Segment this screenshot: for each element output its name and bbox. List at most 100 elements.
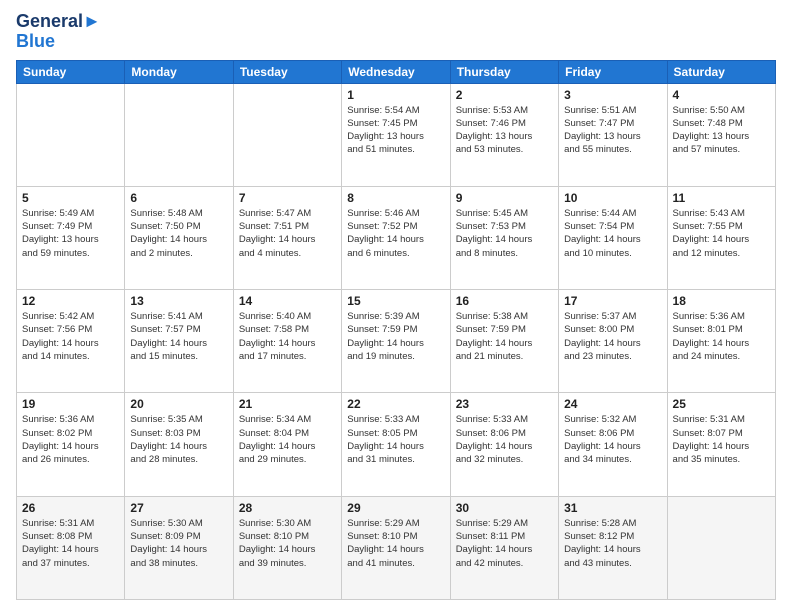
calendar-cell: 18 Sunrise: 5:36 AM Sunset: 8:01 PM Dayli… <box>667 290 775 393</box>
day-number: 28 <box>239 501 336 515</box>
calendar-cell <box>233 83 341 186</box>
day-info: Sunrise: 5:33 AM Sunset: 8:05 PM Dayligh… <box>347 413 444 466</box>
day-number: 3 <box>564 88 661 102</box>
day-info: Sunrise: 5:42 AM Sunset: 7:56 PM Dayligh… <box>22 310 119 363</box>
calendar-page: General► Blue SundayMondayTuesdayWednesd… <box>0 0 792 612</box>
weekday-header-row: SundayMondayTuesdayWednesdayThursdayFrid… <box>17 60 776 83</box>
day-number: 21 <box>239 397 336 411</box>
day-info: Sunrise: 5:34 AM Sunset: 8:04 PM Dayligh… <box>239 413 336 466</box>
day-info: Sunrise: 5:31 AM Sunset: 8:08 PM Dayligh… <box>22 517 119 570</box>
calendar-cell: 29Sunrise: 5:29 AM Sunset: 8:10 PM Dayli… <box>342 496 450 599</box>
calendar-cell: 1Sunrise: 5:54 AM Sunset: 7:45 PM Daylig… <box>342 83 450 186</box>
day-number: 13 <box>130 294 227 308</box>
day-info: Sunrise: 5:40 AM Sunset: 7:58 PM Dayligh… <box>239 310 336 363</box>
calendar-cell: 10 Sunrise: 5:44 AM Sunset: 7:54 PM Dayli… <box>559 186 667 289</box>
calendar-cell <box>667 496 775 599</box>
logo-text: General► <box>16 12 101 32</box>
calendar-cell: 24 Sunrise: 5:32 AM Sunset: 8:06 PM Dayli… <box>559 393 667 496</box>
day-info: Sunrise: 5:46 AM Sunset: 7:52 PM Dayligh… <box>347 207 444 260</box>
calendar-cell: 20 Sunrise: 5:35 AM Sunset: 8:03 PM Dayli… <box>125 393 233 496</box>
day-info: Sunrise: 5:50 AM Sunset: 7:48 PM Dayligh… <box>673 104 770 157</box>
calendar-cell: 25 Sunrise: 5:31 AM Sunset: 8:07 PM Dayli… <box>667 393 775 496</box>
calendar-cell: 12Sunrise: 5:42 AM Sunset: 7:56 PM Dayli… <box>17 290 125 393</box>
calendar-cell: 31 Sunrise: 5:28 AM Sunset: 8:12 PM Dayli… <box>559 496 667 599</box>
weekday-thursday: Thursday <box>450 60 558 83</box>
calendar-cell: 28Sunrise: 5:30 AM Sunset: 8:10 PM Dayli… <box>233 496 341 599</box>
logo-blue: Blue <box>16 32 101 52</box>
day-info: Sunrise: 5:36 AM Sunset: 8:02 PM Dayligh… <box>22 413 119 466</box>
day-info: Sunrise: 5:44 AM Sunset: 7:54 PM Dayligh… <box>564 207 661 260</box>
day-number: 19 <box>22 397 119 411</box>
day-number: 14 <box>239 294 336 308</box>
week-row-1: 5Sunrise: 5:49 AM Sunset: 7:49 PM Daylig… <box>17 186 776 289</box>
day-info: Sunrise: 5:53 AM Sunset: 7:46 PM Dayligh… <box>456 104 553 157</box>
calendar-cell: 6Sunrise: 5:48 AM Sunset: 7:50 PM Daylig… <box>125 186 233 289</box>
calendar-cell: 19 Sunrise: 5:36 AM Sunset: 8:02 PM Dayli… <box>17 393 125 496</box>
day-info: Sunrise: 5:31 AM Sunset: 8:07 PM Dayligh… <box>673 413 770 466</box>
day-number: 24 <box>564 397 661 411</box>
day-info: Sunrise: 5:54 AM Sunset: 7:45 PM Dayligh… <box>347 104 444 157</box>
day-number: 31 <box>564 501 661 515</box>
day-number: 9 <box>456 191 553 205</box>
calendar-cell: 5Sunrise: 5:49 AM Sunset: 7:49 PM Daylig… <box>17 186 125 289</box>
calendar-cell: 27 Sunrise: 5:30 AM Sunset: 8:09 PM Dayli… <box>125 496 233 599</box>
weekday-saturday: Saturday <box>667 60 775 83</box>
day-number: 10 <box>564 191 661 205</box>
calendar-cell: 4 Sunrise: 5:50 AM Sunset: 7:48 PM Daylig… <box>667 83 775 186</box>
day-info: Sunrise: 5:38 AM Sunset: 7:59 PM Dayligh… <box>456 310 553 363</box>
day-info: Sunrise: 5:28 AM Sunset: 8:12 PM Dayligh… <box>564 517 661 570</box>
day-info: Sunrise: 5:45 AM Sunset: 7:53 PM Dayligh… <box>456 207 553 260</box>
day-info: Sunrise: 5:36 AM Sunset: 8:01 PM Dayligh… <box>673 310 770 363</box>
day-info: Sunrise: 5:39 AM Sunset: 7:59 PM Dayligh… <box>347 310 444 363</box>
week-row-0: 1Sunrise: 5:54 AM Sunset: 7:45 PM Daylig… <box>17 83 776 186</box>
day-number: 18 <box>673 294 770 308</box>
week-row-4: 26 Sunrise: 5:31 AM Sunset: 8:08 PM Dayli… <box>17 496 776 599</box>
day-info: Sunrise: 5:33 AM Sunset: 8:06 PM Dayligh… <box>456 413 553 466</box>
calendar-table: SundayMondayTuesdayWednesdayThursdayFrid… <box>16 60 776 600</box>
day-number: 11 <box>673 191 770 205</box>
calendar-cell: 7 Sunrise: 5:47 AM Sunset: 7:51 PM Daylig… <box>233 186 341 289</box>
header: General► Blue <box>16 12 776 52</box>
weekday-wednesday: Wednesday <box>342 60 450 83</box>
day-info: Sunrise: 5:37 AM Sunset: 8:00 PM Dayligh… <box>564 310 661 363</box>
calendar-cell: 23Sunrise: 5:33 AM Sunset: 8:06 PM Dayli… <box>450 393 558 496</box>
day-number: 16 <box>456 294 553 308</box>
day-number: 17 <box>564 294 661 308</box>
day-info: Sunrise: 5:47 AM Sunset: 7:51 PM Dayligh… <box>239 207 336 260</box>
day-info: Sunrise: 5:32 AM Sunset: 8:06 PM Dayligh… <box>564 413 661 466</box>
calendar-cell: 22 Sunrise: 5:33 AM Sunset: 8:05 PM Dayli… <box>342 393 450 496</box>
calendar-cell: 8 Sunrise: 5:46 AM Sunset: 7:52 PM Daylig… <box>342 186 450 289</box>
calendar-cell: 2 Sunrise: 5:53 AM Sunset: 7:46 PM Daylig… <box>450 83 558 186</box>
day-info: Sunrise: 5:49 AM Sunset: 7:49 PM Dayligh… <box>22 207 119 260</box>
day-info: Sunrise: 5:43 AM Sunset: 7:55 PM Dayligh… <box>673 207 770 260</box>
day-info: Sunrise: 5:48 AM Sunset: 7:50 PM Dayligh… <box>130 207 227 260</box>
day-info: Sunrise: 5:30 AM Sunset: 8:09 PM Dayligh… <box>130 517 227 570</box>
day-info: Sunrise: 5:41 AM Sunset: 7:57 PM Dayligh… <box>130 310 227 363</box>
day-number: 2 <box>456 88 553 102</box>
calendar-cell: 21 Sunrise: 5:34 AM Sunset: 8:04 PM Dayli… <box>233 393 341 496</box>
calendar-cell <box>125 83 233 186</box>
weekday-sunday: Sunday <box>17 60 125 83</box>
calendar-cell: 9 Sunrise: 5:45 AM Sunset: 7:53 PM Daylig… <box>450 186 558 289</box>
week-row-2: 12Sunrise: 5:42 AM Sunset: 7:56 PM Dayli… <box>17 290 776 393</box>
day-number: 26 <box>22 501 119 515</box>
day-info: Sunrise: 5:51 AM Sunset: 7:47 PM Dayligh… <box>564 104 661 157</box>
calendar-cell: 13 Sunrise: 5:41 AM Sunset: 7:57 PM Dayli… <box>125 290 233 393</box>
day-number: 25 <box>673 397 770 411</box>
calendar-cell: 15 Sunrise: 5:39 AM Sunset: 7:59 PM Dayli… <box>342 290 450 393</box>
calendar-cell: 17 Sunrise: 5:37 AM Sunset: 8:00 PM Dayli… <box>559 290 667 393</box>
day-number: 20 <box>130 397 227 411</box>
calendar-cell: 16 Sunrise: 5:38 AM Sunset: 7:59 PM Dayli… <box>450 290 558 393</box>
calendar-cell: 3 Sunrise: 5:51 AM Sunset: 7:47 PM Daylig… <box>559 83 667 186</box>
logo: General► Blue <box>16 12 101 52</box>
day-number: 8 <box>347 191 444 205</box>
week-row-3: 19 Sunrise: 5:36 AM Sunset: 8:02 PM Dayli… <box>17 393 776 496</box>
day-number: 15 <box>347 294 444 308</box>
day-number: 27 <box>130 501 227 515</box>
day-number: 29 <box>347 501 444 515</box>
weekday-monday: Monday <box>125 60 233 83</box>
day-number: 22 <box>347 397 444 411</box>
day-info: Sunrise: 5:35 AM Sunset: 8:03 PM Dayligh… <box>130 413 227 466</box>
day-number: 4 <box>673 88 770 102</box>
day-number: 7 <box>239 191 336 205</box>
